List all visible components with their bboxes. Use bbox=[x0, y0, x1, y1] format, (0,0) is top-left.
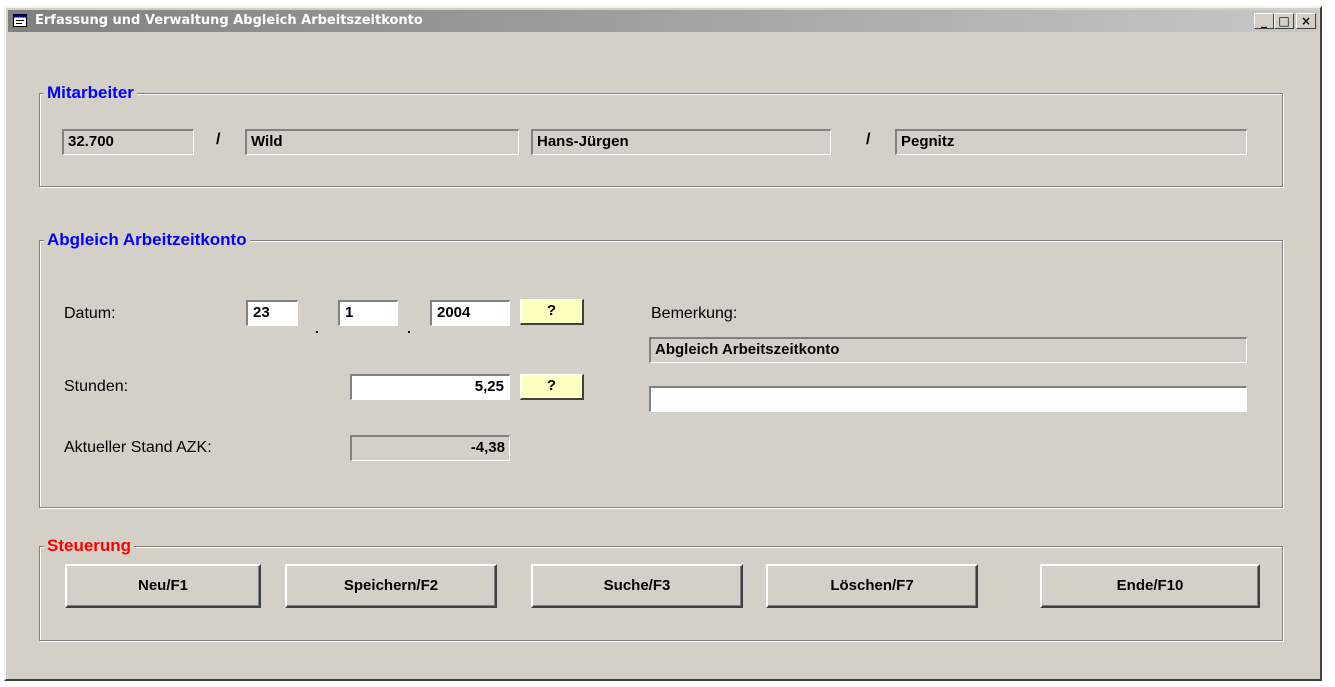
abgleich-legend: Abgleich Arbeitzeitkonto bbox=[44, 230, 250, 250]
stand-label: Aktueller Stand AZK: bbox=[64, 439, 212, 456]
speichern-button[interactable]: Speichern/F2 bbox=[285, 564, 497, 608]
bemerkung-input-2[interactable] bbox=[649, 386, 1247, 412]
maximize-icon: □ bbox=[1278, 14, 1290, 28]
close-button[interactable]: × bbox=[1296, 13, 1316, 29]
nachname-field: Wild bbox=[245, 129, 519, 155]
window-app-icon bbox=[13, 14, 27, 27]
stand-azk-field: -4,38 bbox=[350, 435, 510, 461]
minimize-button[interactable]: _ bbox=[1254, 13, 1274, 29]
suche-button[interactable]: Suche/F3 bbox=[531, 564, 743, 608]
minimize-icon: _ bbox=[1261, 14, 1267, 28]
datum-dot bbox=[408, 331, 410, 333]
personal-nr-field: 32.700 bbox=[62, 129, 194, 155]
datum-help-button[interactable]: ? bbox=[520, 299, 584, 325]
datum-dot bbox=[316, 331, 318, 333]
window-title: Erfassung und Verwaltung Abgleich Arbeit… bbox=[35, 13, 423, 28]
bemerkung-label: Bemerkung: bbox=[651, 305, 738, 322]
datum-jahr-input[interactable]: 2004 bbox=[430, 300, 510, 326]
datum-tag-input[interactable]: 23 bbox=[246, 300, 298, 326]
separator-slash: / bbox=[216, 131, 221, 148]
ende-button[interactable]: Ende/F10 bbox=[1040, 564, 1260, 608]
stunden-label: Stunden: bbox=[64, 378, 129, 395]
loeschen-button[interactable]: Löschen/F7 bbox=[766, 564, 978, 608]
stunden-help-button[interactable]: ? bbox=[520, 374, 584, 400]
bemerkung-field-1: Abgleich Arbeitszeitkonto bbox=[649, 337, 1247, 363]
neu-button[interactable]: Neu/F1 bbox=[65, 564, 261, 608]
datum-label: Datum: bbox=[64, 305, 116, 322]
separator-slash: / bbox=[866, 131, 871, 148]
title-bar[interactable]: Erfassung und Verwaltung Abgleich Arbeit… bbox=[8, 10, 1318, 32]
abgleich-group: Abgleich Arbeitzeitkonto bbox=[39, 230, 1283, 508]
close-icon: × bbox=[1300, 14, 1312, 28]
ort-field: Pegnitz bbox=[895, 129, 1247, 155]
datum-monat-input[interactable]: 1 bbox=[338, 300, 398, 326]
mitarbeiter-legend: Mitarbeiter bbox=[44, 83, 137, 103]
vorname-field: Hans-Jürgen bbox=[531, 129, 831, 155]
stunden-input[interactable]: 5,25 bbox=[350, 374, 510, 400]
maximize-button[interactable]: □ bbox=[1274, 13, 1294, 29]
steuerung-legend: Steuerung bbox=[44, 536, 135, 556]
